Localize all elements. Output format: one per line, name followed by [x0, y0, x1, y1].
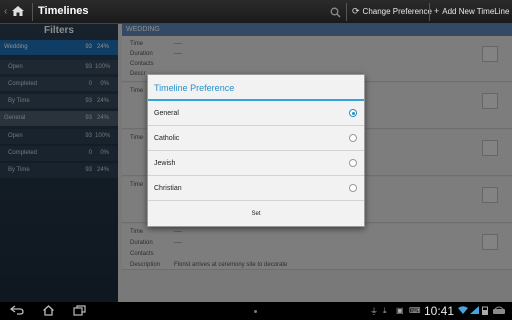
notification-icon	[492, 306, 506, 317]
divider	[32, 3, 33, 21]
battery-icon	[482, 306, 488, 317]
add-timeline-label: Add New TimeLine	[442, 7, 510, 16]
option-jewish[interactable]: Jewish	[148, 151, 364, 176]
change-preference-label: Change Preference	[362, 7, 432, 16]
option-general[interactable]: General	[148, 101, 364, 126]
download-icon: ⤓	[383, 306, 387, 315]
chevron-left-icon: ‹	[4, 6, 8, 17]
option-label: Jewish	[154, 160, 176, 167]
plus-icon: +	[434, 6, 440, 16]
nav-home-icon[interactable]	[42, 305, 55, 319]
screenshot-icon: ▣	[396, 306, 404, 315]
add-timeline-button[interactable]: + Add New TimeLine	[434, 6, 509, 16]
change-preference-button[interactable]: ⟳ Change Preference	[352, 6, 432, 17]
usb-icon: ⏚	[370, 307, 378, 316]
refresh-icon: ⟳	[352, 6, 360, 16]
home-icon	[12, 6, 24, 16]
option-label: General	[154, 110, 179, 117]
radio-selected-icon[interactable]	[349, 109, 357, 117]
system-nav-bar: ⏚ ⤓ ▣ ⌨ 10:41	[0, 302, 512, 320]
option-christian[interactable]: Christian	[148, 176, 364, 201]
app-title: Timelines	[38, 5, 89, 17]
dialog-title: Timeline Preference	[148, 75, 364, 101]
divider	[346, 3, 347, 21]
clock: 10:41	[424, 304, 455, 318]
signal-icon	[470, 306, 479, 316]
home-button[interactable]: ‹	[4, 2, 28, 22]
divider	[429, 3, 430, 21]
timeline-preference-dialog: Timeline Preference General Catholic Jew…	[147, 74, 365, 227]
set-button[interactable]: Set	[148, 202, 364, 226]
recents-icon[interactable]	[73, 305, 86, 319]
radio-icon[interactable]	[349, 159, 357, 167]
option-label: Catholic	[154, 135, 180, 142]
search-icon[interactable]	[330, 5, 341, 23]
radio-icon[interactable]	[349, 134, 357, 142]
keyboard-icon: ⌨	[409, 306, 421, 315]
option-catholic[interactable]: Catholic	[148, 126, 364, 151]
action-bar: ‹ Timelines ⟳ Change Preference + Add New …	[0, 0, 512, 24]
option-label: Christian	[154, 185, 182, 192]
wifi-icon	[458, 306, 468, 316]
radio-icon[interactable]	[349, 184, 357, 192]
back-icon[interactable]	[9, 305, 24, 318]
menu-indicator	[254, 310, 257, 313]
